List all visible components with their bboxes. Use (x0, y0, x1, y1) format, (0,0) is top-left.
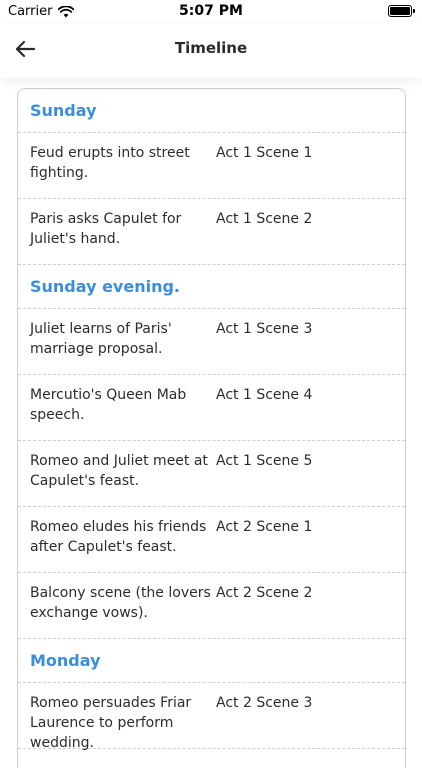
timeline-row[interactable]: Paris asks Capulet for Juliet's hand. Ac… (18, 199, 405, 265)
timeline-row[interactable]: Mercutio's Queen Mab speech. Act 1 Scene… (18, 375, 405, 441)
event-description: Romeo and Juliet meet at Capulet's feast… (30, 453, 208, 489)
section-header-sunday-evening: Sunday evening. (18, 265, 405, 309)
timeline-row[interactable]: Romeo eludes his friends after Capulet's… (18, 507, 405, 573)
event-scene: Act 1 Scene 1 (216, 145, 313, 161)
event-description: Mercutio's Queen Mab speech. (30, 387, 187, 423)
event-scene: Act 2 Scene 3 (216, 695, 313, 711)
event-scene: Act 1 Scene 5 (216, 453, 313, 469)
event-scene: Act 1 Scene 4 (216, 387, 313, 403)
status-bar: Carrier 5:07 PM (0, 0, 422, 24)
timeline-row[interactable]: Romeo and Juliet meet at Capulet's feast… (18, 441, 405, 507)
timeline-card: Sunday Feud erupts into street fighting.… (17, 88, 406, 768)
battery-icon (388, 5, 415, 17)
event-description: Feud erupts into street fighting. (30, 145, 190, 181)
event-description: Paris asks Capulet for Juliet's hand. (30, 211, 182, 247)
event-description: Romeo eludes his friends after Capulet's… (30, 519, 207, 555)
navigation-bar: Timeline (0, 24, 422, 78)
event-scene: Act 1 Scene 2 (216, 211, 313, 227)
section-header-sunday: Sunday (18, 89, 405, 133)
section-header-monday: Monday (18, 639, 405, 683)
event-description: Romeo persuades Friar Laurence to perfor… (30, 695, 192, 751)
event-scene: Act 2 Scene 1 (216, 519, 313, 535)
page-title: Timeline (174, 39, 248, 57)
timeline-row[interactable]: Romeo persuades Friar Laurence to perfor… (18, 683, 405, 751)
timeline-row[interactable]: Juliet learns of Paris' marriage proposa… (18, 309, 405, 375)
event-scene: Act 1 Scene 3 (216, 321, 313, 337)
timeline-row[interactable]: Balcony scene (the lovers exchange vows)… (18, 573, 405, 639)
timeline-row[interactable]: Feud erupts into street fighting. Act 1 … (18, 133, 405, 199)
event-description: Balcony scene (the lovers exchange vows)… (30, 585, 211, 621)
event-scene: Act 2 Scene 2 (216, 585, 313, 601)
event-description: Juliet learns of Paris' marriage proposa… (30, 321, 172, 357)
status-time: 5:07 PM (179, 3, 243, 19)
